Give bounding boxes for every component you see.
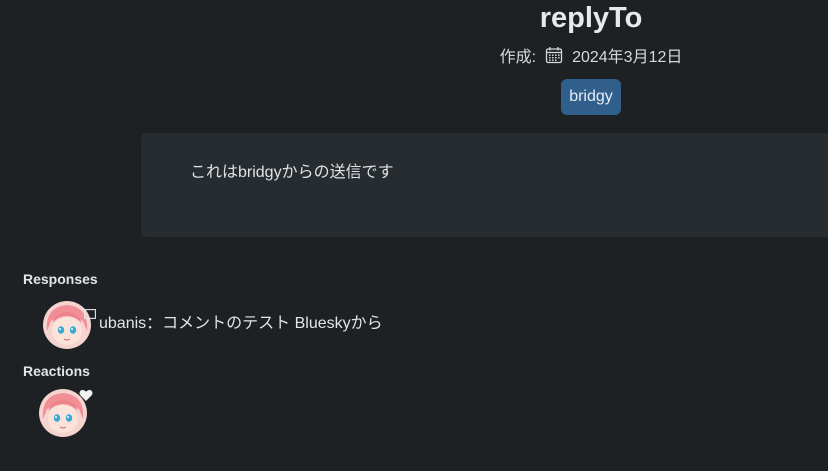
created-date: 2024年3月12日 xyxy=(572,49,683,66)
response-author[interactable]: ubanis xyxy=(99,315,146,332)
reactions-heading: Reactions xyxy=(23,363,90,379)
post-content-card: これはbridgyからの送信です xyxy=(141,133,828,237)
page-title: replyTo xyxy=(539,2,643,34)
post-body: これはbridgyからの送信です xyxy=(190,164,394,181)
response-item: ubanis：コメントのテスト Blueskyから xyxy=(99,314,383,334)
response-content: コメントのテスト Blueskyから xyxy=(162,315,383,332)
heart-icon xyxy=(79,389,93,402)
comment-icon xyxy=(84,306,96,319)
responses-heading: Responses xyxy=(23,271,98,287)
tag-bridgy[interactable]: bridgy xyxy=(561,79,621,115)
calendar-icon xyxy=(545,46,563,64)
page: replyTo 作成: 2024年3月12日 bridgy これはbridgyか… xyxy=(0,0,828,471)
created-label: 作成: xyxy=(499,49,537,66)
response-separator: ： xyxy=(146,315,163,332)
post-meta: 作成: 2024年3月12日 xyxy=(360,44,822,66)
